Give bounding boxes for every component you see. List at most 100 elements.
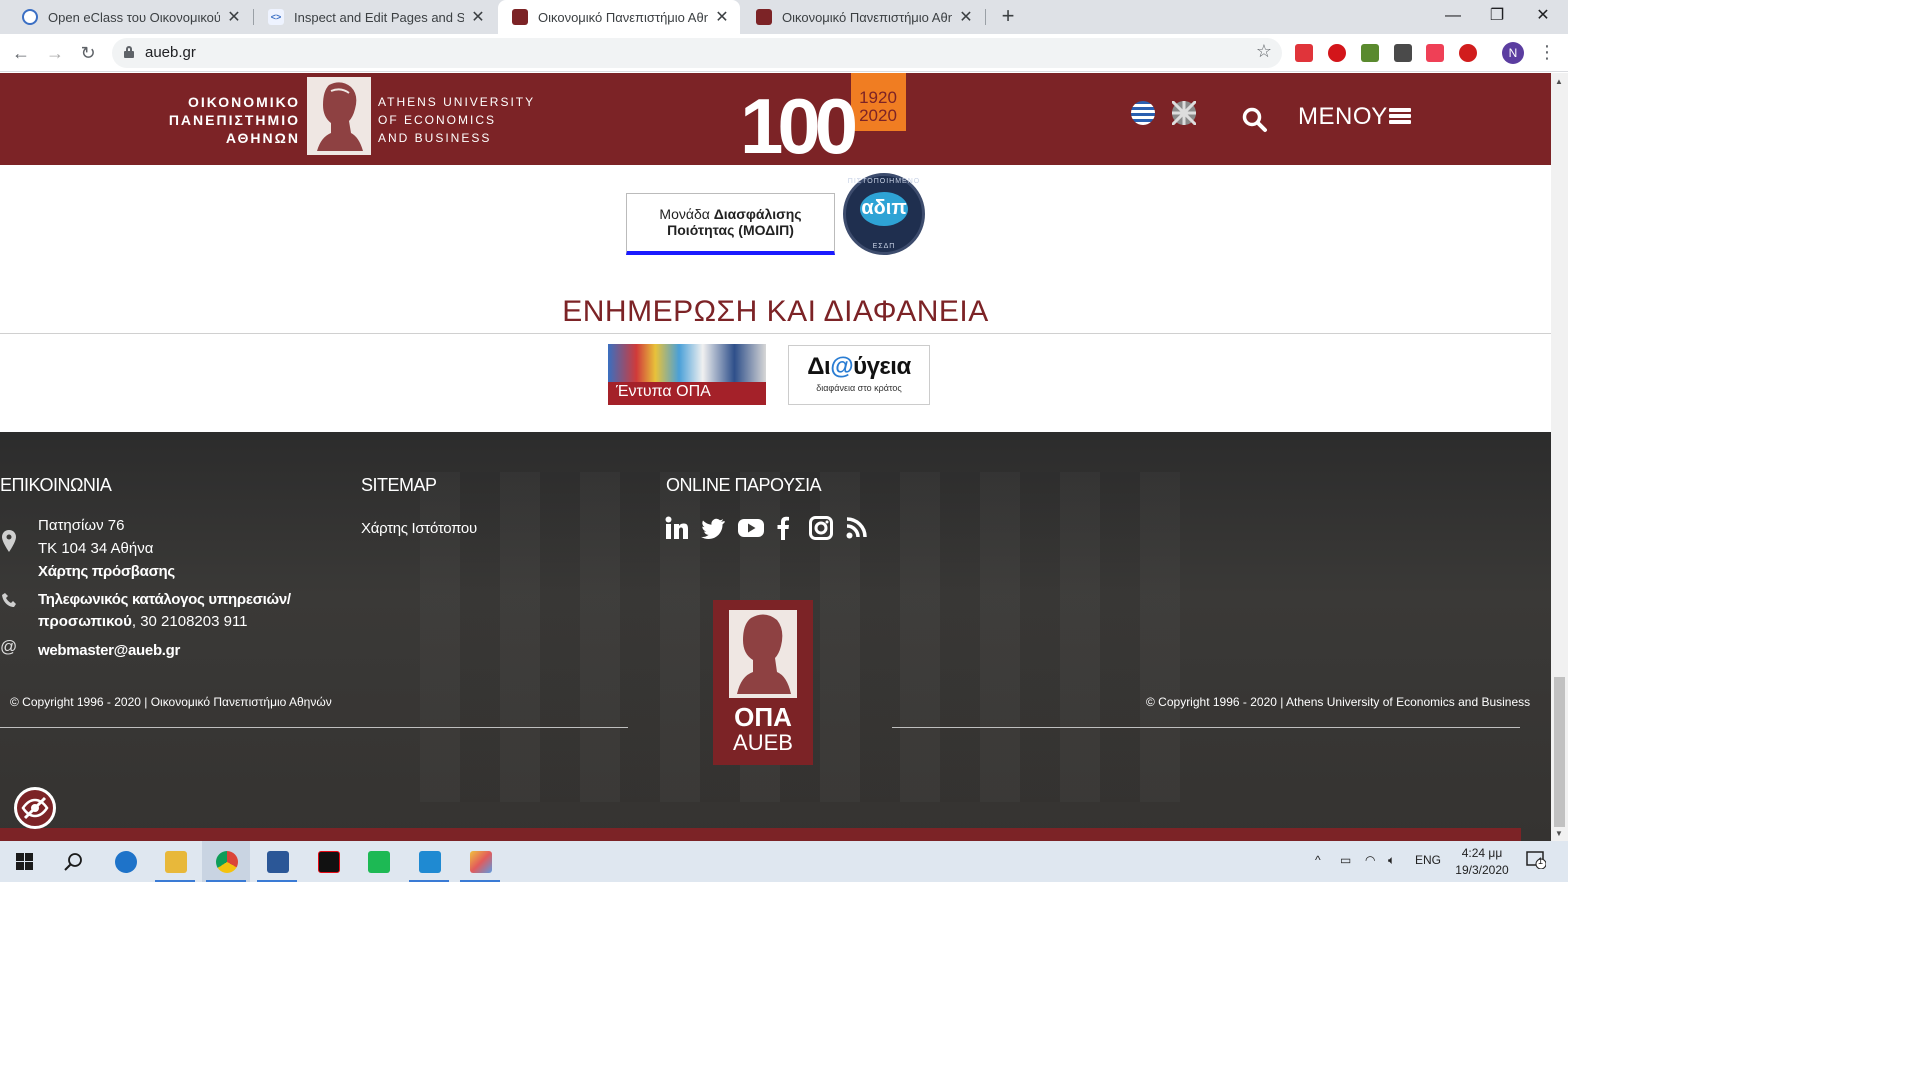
bookmark-star-icon[interactable]: ☆	[1256, 41, 1272, 62]
tab-eclass[interactable]: Open eClass του Οικονομικού Πα ✕	[8, 0, 252, 34]
file-explorer-icon[interactable]	[151, 841, 199, 882]
address-bar[interactable]: aueb.gr ☆	[112, 38, 1282, 68]
new-tab-button[interactable]: +	[996, 4, 1020, 28]
accessibility-toggle-button[interactable]	[14, 787, 56, 829]
minimize-button[interactable]: —	[1430, 0, 1476, 34]
system-clock[interactable]: 4:24 μμ 19/3/2020	[1452, 845, 1512, 879]
tab-aueb-active[interactable]: Οικονομικό Πανεπιστήμιο Αθηνώ ✕	[498, 0, 740, 34]
reload-button[interactable]: ↻	[75, 40, 101, 66]
close-icon[interactable]: ✕	[226, 7, 242, 27]
aueb-favicon-icon	[512, 9, 528, 25]
back-button[interactable]: ←	[8, 40, 34, 66]
online-presence-heading: ONLINE ΠΑΡΟΥΣΙΑ	[666, 475, 822, 495]
profile-avatar[interactable]: N	[1502, 42, 1524, 64]
maximize-button[interactable]: ❐	[1474, 0, 1520, 34]
university-greek-name[interactable]: ΟΙΚΟΝΟΜΙΚΟ ΠΑΝΕΠΙΣΤΗΜΙΟ ΑΘΗΝΩΝ	[140, 93, 300, 147]
tab-title: Open eClass του Οικονομικού Πα	[48, 9, 220, 25]
tab-inspect[interactable]: <> Inspect and Edit Pages and Styles ✕	[254, 0, 496, 34]
adip-ring-text: ΠΙΣΤΟΠΟΙΗΜΕΝΟ	[847, 178, 921, 185]
close-window-button[interactable]: ✕	[1520, 0, 1566, 34]
close-icon[interactable]: ✕	[958, 7, 974, 27]
site-header: ΟΙΚΟΝΟΜΙΚΟ ΠΑΝΕΠΙΣΤΗΜΙΟ ΑΘΗΝΩΝ ATHENS UN…	[0, 73, 1551, 170]
anniversary-100-logo[interactable]: 1920 2020 100	[738, 73, 908, 170]
greek-flag-icon[interactable]	[1131, 101, 1155, 125]
notification-center-icon[interactable]: 1	[1526, 851, 1547, 872]
chrome-icon[interactable]	[202, 841, 250, 882]
volume-icon[interactable]: 🔈︎	[1388, 853, 1395, 868]
close-icon[interactable]: ✕	[470, 7, 486, 27]
browser-menu-icon[interactable]: ⋮	[1538, 42, 1556, 63]
hermes-logo-icon[interactable]	[307, 77, 371, 155]
show-hidden-icons-icon[interactable]: ^	[1315, 853, 1321, 867]
youtube-ext-icon[interactable]	[1295, 44, 1313, 62]
email-link[interactable]: webmaster@aueb.gr	[38, 639, 180, 662]
language-indicator[interactable]: ENG	[1415, 853, 1441, 867]
wifi-icon[interactable]: ◠	[1365, 853, 1375, 867]
adip-ring-text: ΕΣΔΠ	[872, 243, 896, 250]
diavgeia-link[interactable]: Δι@ύγεια διαφάνεια στο κράτος	[788, 345, 930, 405]
devtools-favicon-icon: <>	[268, 9, 284, 25]
twitter-icon[interactable]	[701, 516, 725, 540]
anniversary-years-bottom: 2020	[859, 106, 897, 125]
search-icon[interactable]	[1242, 107, 1268, 133]
access-map-link[interactable]: Χάρτης πρόσβασης	[38, 560, 175, 583]
phone-directory-link-cont[interactable]: προσωπικού	[38, 613, 132, 630]
tab-aueb[interactable]: Οικονομικό Πανεπιστήμιο Αθηνώ ✕	[742, 0, 984, 34]
pencil-ext-icon[interactable]	[1361, 44, 1379, 62]
entypa-label: Έντυπα ΟΠΑ	[608, 382, 766, 405]
modip-link[interactable]: Μονάδα Διασφάλισης Ποιότητας (ΜΟΔΙΠ)	[626, 193, 835, 255]
aueb-footer-logo[interactable]: ΟΠΑ AUEB	[713, 600, 813, 765]
tab-title: Inspect and Edit Pages and Styles	[294, 9, 464, 25]
footer-divider	[0, 727, 628, 728]
adip-logo-text: αδιπ	[860, 192, 908, 226]
windows-start-icon[interactable]	[0, 841, 48, 882]
spotify-icon[interactable]	[354, 841, 402, 882]
scrollbar-thumb[interactable]	[1554, 677, 1565, 827]
paint-icon[interactable]	[456, 841, 504, 882]
tab-title: Οικονομικό Πανεπιστήμιο Αθηνώ	[538, 9, 708, 25]
anniversary-years-top: 1920	[859, 88, 897, 107]
forward-button[interactable]: →	[42, 40, 68, 66]
vscode-icon[interactable]	[405, 841, 453, 882]
uk-flag-icon[interactable]	[1170, 99, 1198, 127]
site-footer: ΕΠΙΚΟΙΝΩΝΙΑ Πατησίων 76 ΤΚ 104 34 Αθήνα …	[0, 432, 1551, 841]
page-scrollbar[interactable]: ▲ ▼	[1551, 73, 1568, 841]
clock-time: 4:24 μμ	[1461, 846, 1503, 860]
modip-line2: Ποιότητας (ΜΟΔΙΠ)	[667, 222, 794, 238]
entypa-opa-link[interactable]: Έντυπα ΟΠΑ	[608, 344, 766, 405]
tab-separator	[985, 9, 986, 25]
windows-taskbar: ^ ▭ ◠ 🔈︎ ENG 4:24 μμ 19/3/2020 1	[0, 841, 1568, 882]
scroll-down-icon[interactable]: ▼	[1555, 829, 1563, 838]
edge-icon[interactable]	[101, 841, 149, 882]
menu-button[interactable]: ΜΕΝΟΥ	[1298, 103, 1388, 131]
youtube-icon[interactable]	[738, 516, 764, 540]
university-english-name[interactable]: ATHENS UNIVERSITY OF ECONOMICS AND BUSIN…	[378, 93, 535, 147]
adip-certified-badge[interactable]: ΠΙΣΤΟΠΟΙΗΜΕΝΟ αδιπ ΕΣΔΠ	[843, 173, 925, 255]
search-icon[interactable]	[49, 841, 97, 882]
lock-icon	[124, 46, 134, 58]
contact-heading: ΕΠΙΚΟΙΝΩΝΙΑ	[0, 475, 112, 495]
modip-text: Μονάδα	[659, 206, 714, 222]
adblock-plus-icon[interactable]	[1459, 44, 1477, 62]
sitemap-link[interactable]: Χάρτης Ιστότοπου	[361, 517, 477, 540]
pocket-icon[interactable]	[1426, 44, 1444, 62]
phone-directory-link[interactable]: Τηλεφωνικός κατάλογος υπηρεσιών/	[38, 588, 291, 611]
at-icon: @	[0, 637, 18, 656]
linkedin-icon[interactable]	[665, 516, 689, 540]
diavgeia-subtitle: διαφάνεια στο κράτος	[816, 383, 902, 393]
download-ext-icon[interactable]	[1394, 44, 1412, 62]
close-icon[interactable]: ✕	[714, 7, 730, 27]
facebook-icon[interactable]	[776, 516, 790, 540]
battery-icon[interactable]: ▭	[1340, 853, 1351, 867]
hamburger-icon[interactable]	[1389, 108, 1411, 124]
word-icon[interactable]	[253, 841, 301, 882]
eclass-favicon-icon	[22, 9, 38, 25]
logo-aueb-text: AUEB	[733, 730, 793, 755]
scroll-up-icon[interactable]: ▲	[1555, 77, 1563, 86]
notification-count: 1	[1538, 856, 1544, 866]
tab-title: Οικονομικό Πανεπιστήμιο Αθηνώ	[782, 9, 952, 25]
ublock-icon[interactable]	[1328, 44, 1346, 62]
instagram-icon[interactable]	[809, 516, 833, 540]
rss-icon[interactable]	[846, 516, 868, 540]
netflix-icon[interactable]	[304, 841, 352, 882]
